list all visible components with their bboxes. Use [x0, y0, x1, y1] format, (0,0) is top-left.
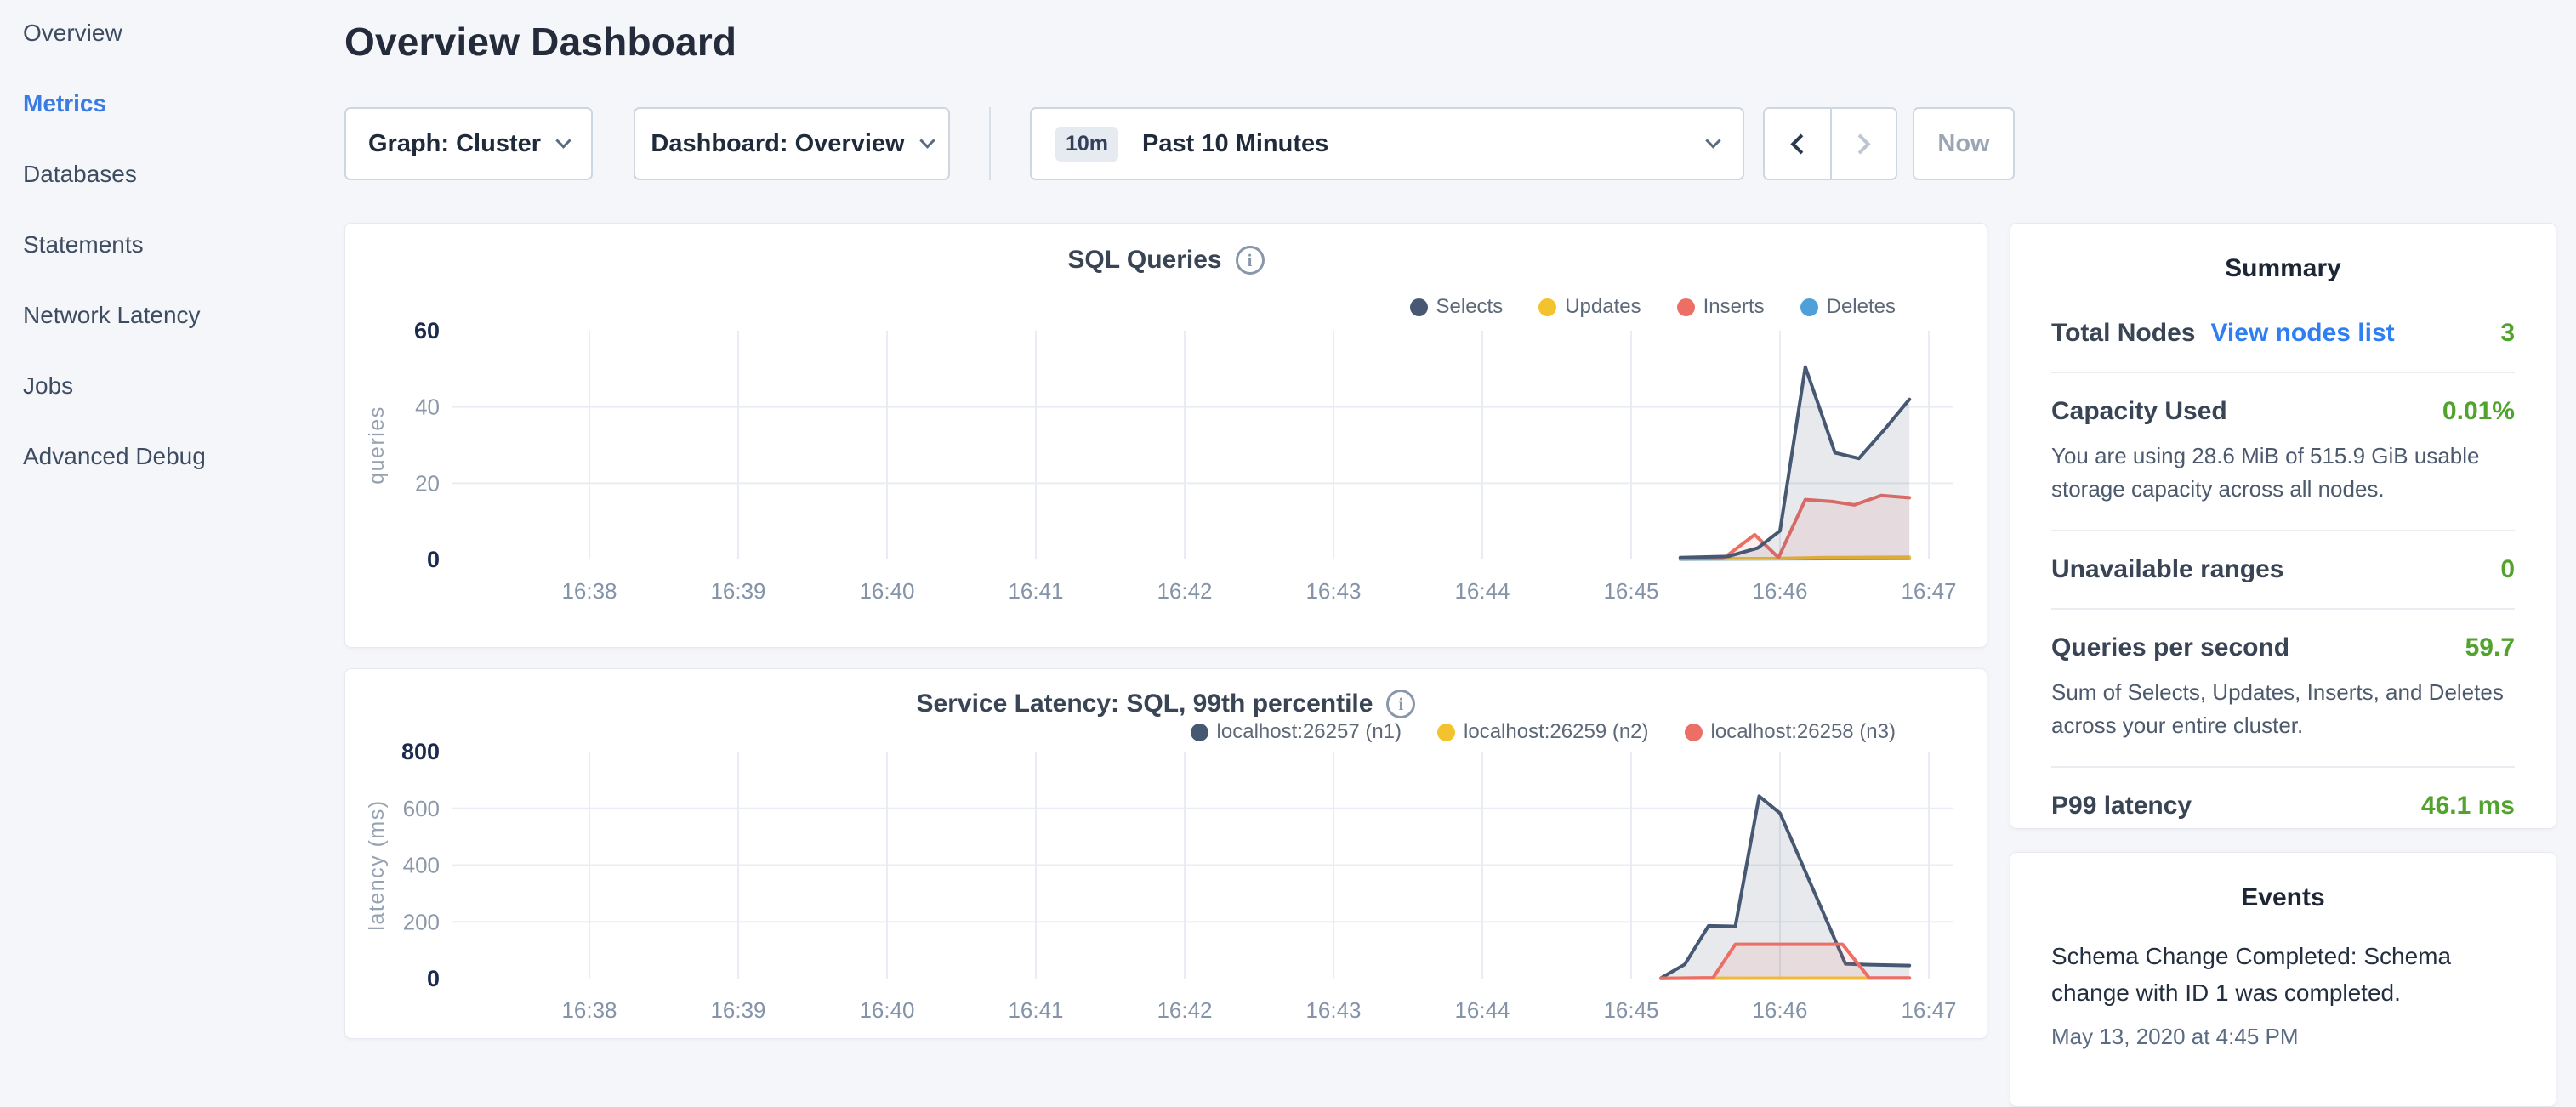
svg-text:0: 0	[427, 547, 440, 572]
time-back-button[interactable]	[1765, 109, 1830, 179]
svg-text:16:38: 16:38	[561, 578, 617, 604]
summary-label: Unavailable ranges	[2051, 555, 2283, 584]
summary-value: 59.7	[2465, 633, 2515, 662]
sidebar-item-overview[interactable]: Overview	[23, 20, 329, 46]
time-forward-button[interactable]	[1830, 109, 1896, 179]
chart-canvas[interactable]: 16:38 16:39 16:40 16:41 16:42 16:43 16:44 16:45…	[345, 224, 1988, 649]
summary-description: Sum of Selects, Updates, Inserts, and De…	[2051, 676, 2515, 742]
summary-row-capacity-used: Capacity Used 0.01% You are using 28.6 M…	[2051, 373, 2515, 531]
chevron-down-icon	[1705, 133, 1720, 148]
svg-text:16:45: 16:45	[1603, 997, 1658, 1023]
svg-text:60: 60	[414, 318, 440, 343]
svg-text:16:46: 16:46	[1752, 997, 1807, 1023]
summary-row-total-nodes: Total Nodes View nodes list 3	[2051, 295, 2515, 373]
summary-label: Capacity Used	[2051, 397, 2227, 426]
now-button[interactable]: Now	[1913, 107, 2015, 180]
toolbar-divider	[989, 107, 991, 180]
summary-value: 0.01%	[2442, 397, 2515, 426]
svg-text:16:46: 16:46	[1752, 578, 1807, 604]
svg-text:20: 20	[415, 470, 440, 496]
svg-text:16:44: 16:44	[1454, 578, 1510, 604]
svg-text:16:43: 16:43	[1305, 578, 1361, 604]
svg-text:800: 800	[401, 739, 440, 764]
svg-text:16:44: 16:44	[1454, 997, 1510, 1023]
svg-text:queries: queries	[365, 406, 389, 485]
arrow-left-icon	[1790, 133, 1811, 154]
svg-text:16:41: 16:41	[1008, 997, 1063, 1023]
graph-scope-dropdown[interactable]: Graph: Cluster	[344, 107, 593, 180]
events-title: Events	[2051, 883, 2515, 912]
svg-text:16:47: 16:47	[1901, 997, 1956, 1023]
summary-description: You are using 28.6 MiB of 515.9 GiB usab…	[2051, 440, 2515, 506]
events-panel: Events Schema Change Completed: Schema c…	[2010, 852, 2556, 1107]
svg-text:400: 400	[403, 853, 440, 878]
chevron-down-icon	[555, 133, 571, 148]
view-nodes-list-link[interactable]: View nodes list	[2210, 319, 2394, 348]
service-latency-chart-panel: Service Latency: SQL, 99th percentile lo…	[344, 668, 1987, 1039]
time-range-badge: 10m	[1055, 127, 1118, 162]
chart-canvas[interactable]: 16:38 16:39 16:40 16:41 16:42 16:43 16:44 16:45…	[345, 669, 1988, 1040]
time-range-label: Past 10 Minutes	[1142, 130, 1328, 158]
event-text: Schema Change Completed: Schema change w…	[2051, 938, 2515, 1012]
svg-text:16:42: 16:42	[1157, 578, 1212, 604]
svg-text:16:40: 16:40	[859, 997, 914, 1023]
summary-value: 3	[2500, 319, 2515, 348]
dashboard-dropdown[interactable]: Dashboard: Overview	[634, 107, 950, 180]
svg-text:16:42: 16:42	[1157, 997, 1212, 1023]
svg-text:16:41: 16:41	[1008, 578, 1063, 604]
svg-text:16:38: 16:38	[561, 997, 617, 1023]
sidebar-item-jobs[interactable]: Jobs	[23, 373, 329, 399]
summary-row-queries-per-second: Queries per second 59.7 Sum of Selects, …	[2051, 610, 2515, 768]
event-timestamp: May 13, 2020 at 4:45 PM	[2051, 1024, 2515, 1050]
time-range-dropdown[interactable]: 10m Past 10 Minutes	[1030, 107, 1744, 180]
svg-text:16:39: 16:39	[710, 997, 765, 1023]
summary-label: P99 latency	[2051, 792, 2192, 820]
page-title: Overview Dashboard	[344, 19, 736, 65]
svg-text:16:47: 16:47	[1901, 578, 1956, 604]
summary-label: Total Nodes	[2051, 319, 2195, 348]
sidebar: Overview Metrics Databases Statements Networ…	[23, 20, 329, 514]
sidebar-item-metrics[interactable]: Metrics	[23, 91, 329, 116]
sidebar-item-network-latency[interactable]: Network Latency	[23, 303, 329, 328]
sidebar-nav-list: Overview Metrics Databases Statements Networ…	[23, 20, 329, 469]
toolbar: Graph: Cluster Dashboard: Overview 10m P…	[344, 107, 2015, 180]
svg-text:16:45: 16:45	[1603, 578, 1658, 604]
summary-title: Summary	[2051, 254, 2515, 283]
summary-row-p99-latency: P99 latency 46.1 ms	[2051, 768, 2515, 844]
svg-text:600: 600	[403, 796, 440, 821]
svg-text:16:40: 16:40	[859, 578, 914, 604]
chevron-down-icon	[919, 133, 935, 148]
sidebar-item-advanced-debug[interactable]: Advanced Debug	[23, 444, 329, 469]
svg-text:200: 200	[403, 909, 440, 934]
summary-label: Queries per second	[2051, 633, 2289, 662]
event-item[interactable]: Schema Change Completed: Schema change w…	[2051, 938, 2515, 1050]
summary-value: 0	[2500, 555, 2515, 584]
summary-row-unavailable-ranges: Unavailable ranges 0	[2051, 531, 2515, 610]
summary-value: 46.1 ms	[2421, 792, 2515, 820]
arrow-right-icon	[1850, 133, 1870, 154]
time-window-arrows	[1763, 107, 1897, 180]
svg-text:16:39: 16:39	[710, 578, 765, 604]
svg-text:latency (ms): latency (ms)	[365, 799, 389, 930]
sidebar-item-statements[interactable]: Statements	[23, 232, 329, 258]
dashboard-label: Dashboard: Overview	[651, 130, 904, 158]
svg-text:40: 40	[415, 395, 440, 420]
svg-text:0: 0	[427, 966, 440, 991]
svg-text:16:43: 16:43	[1305, 997, 1361, 1023]
sql-queries-chart-panel: SQL Queries SelectsUpdatesInsertsDeletes…	[344, 223, 1987, 648]
graph-scope-label: Graph: Cluster	[368, 130, 541, 158]
sidebar-item-databases[interactable]: Databases	[23, 162, 329, 187]
summary-panel: Summary Total Nodes View nodes list 3 Ca…	[2010, 223, 2556, 829]
